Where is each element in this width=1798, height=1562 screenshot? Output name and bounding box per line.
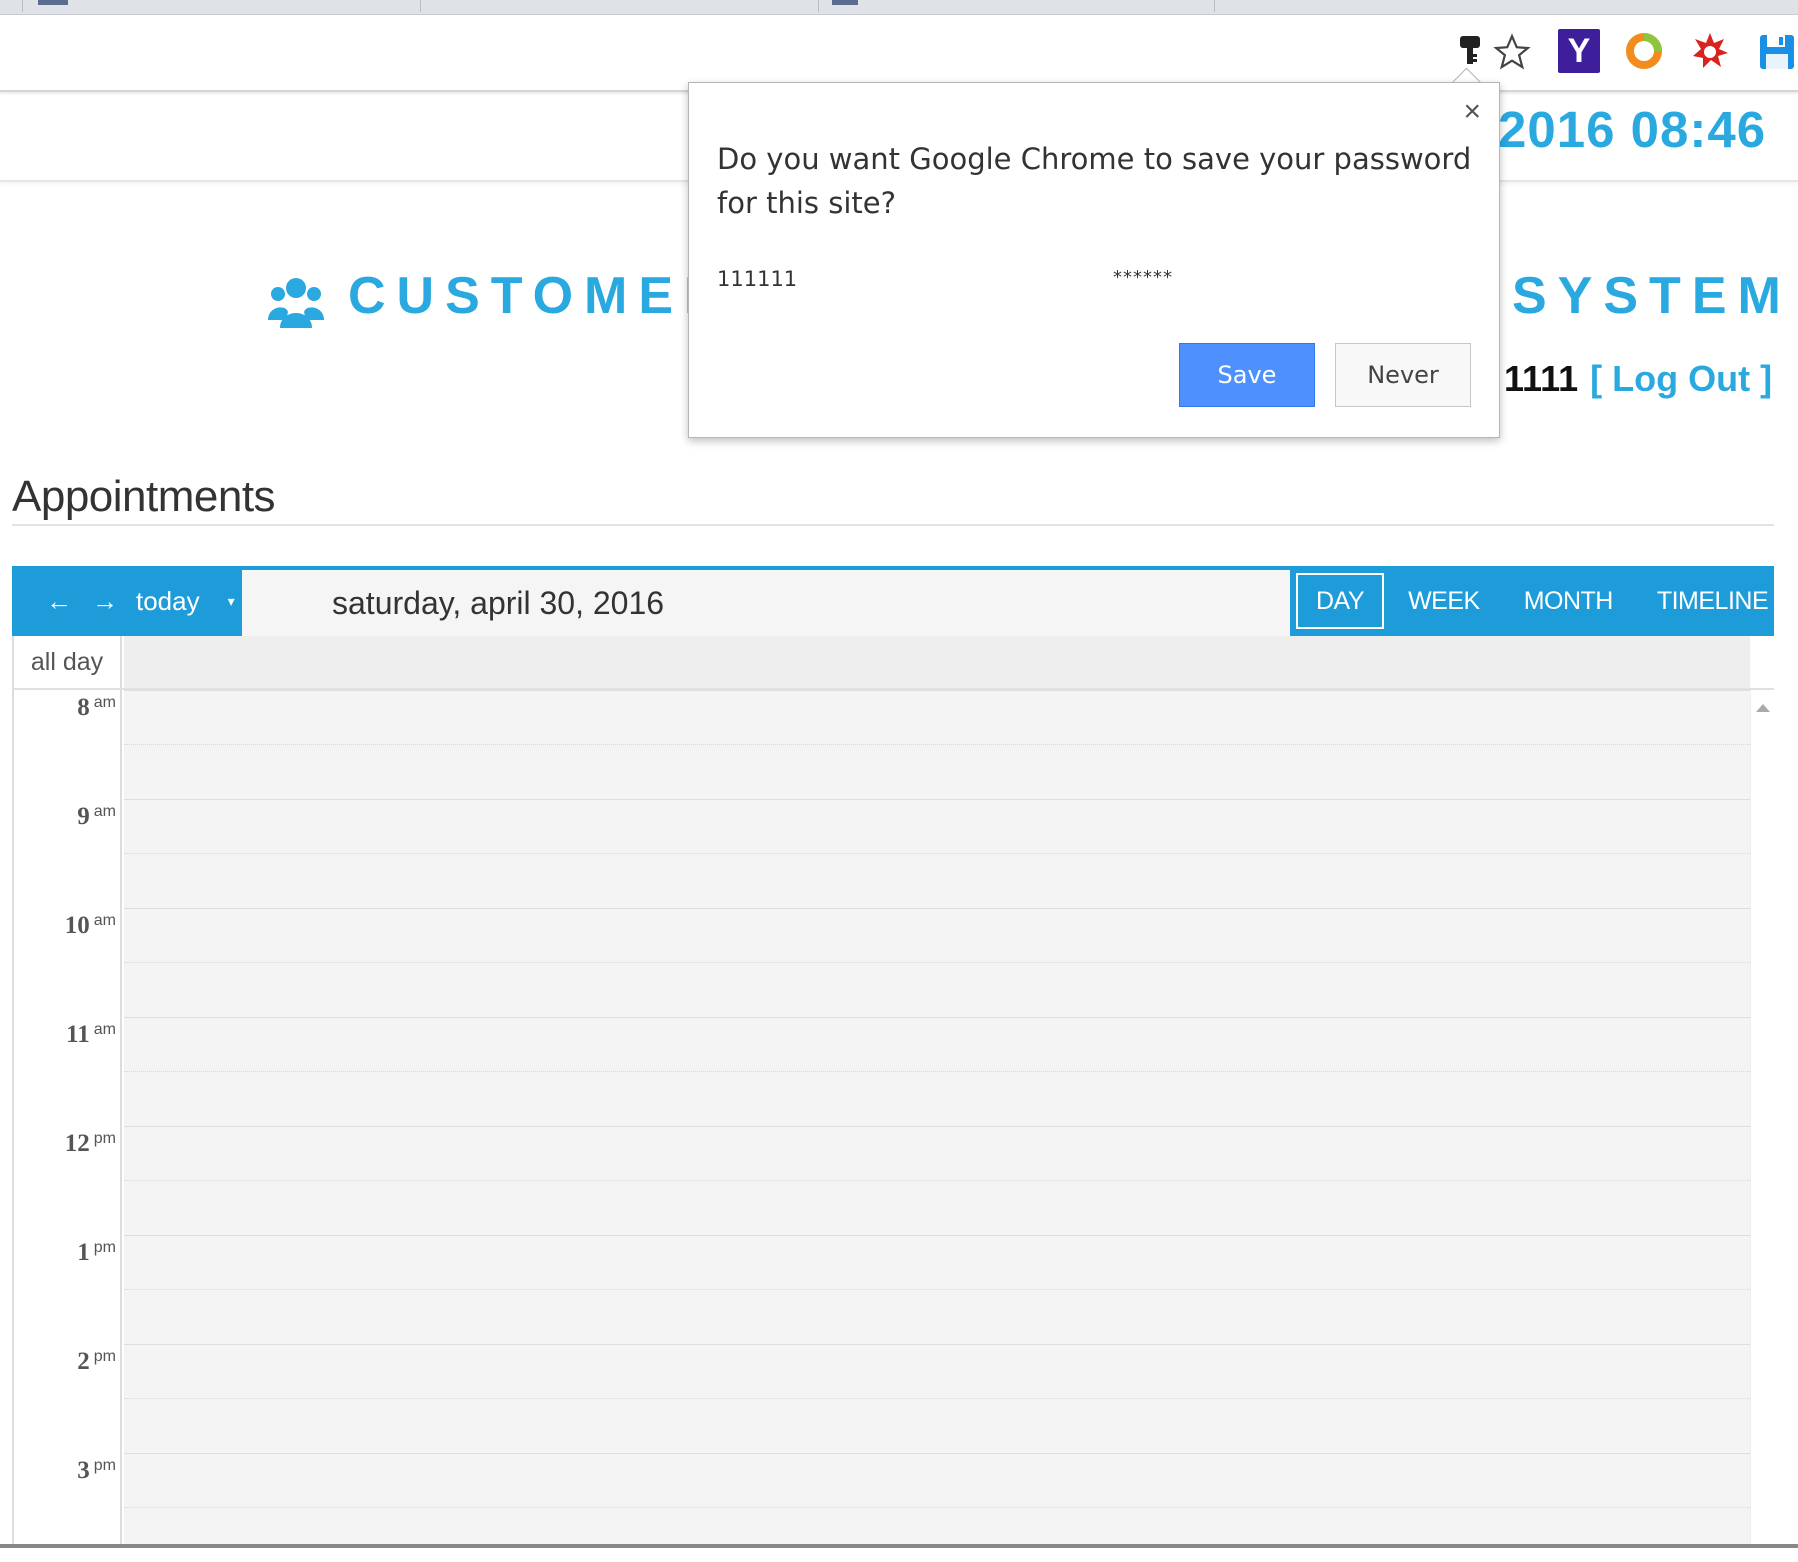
user-line: 1111 [ Log Out ] xyxy=(1504,358,1772,400)
save-button[interactable]: Save xyxy=(1179,343,1315,407)
hour-label: 11 am xyxy=(66,1021,116,1048)
hour-label: 2 pm xyxy=(77,1348,116,1375)
page-title: Appointments xyxy=(12,472,276,521)
saved-password: ****** xyxy=(1113,267,1173,288)
half-hour-line xyxy=(124,1398,1750,1399)
time-grid[interactable]: 8 am 9 am 10 am 11 am 12 pm 1 pm 2 pm 3 … xyxy=(12,690,1775,1548)
key-icon[interactable] xyxy=(1452,30,1488,74)
all-day-label: all day xyxy=(12,636,122,688)
ring-extension-icon[interactable] xyxy=(1624,31,1664,71)
tab-divider xyxy=(1214,0,1215,12)
tab-divider xyxy=(420,0,421,12)
calendar: ← → today ▾ saturday, april 30, 2016 DAY… xyxy=(12,566,1775,1548)
half-hour-line xyxy=(124,1071,1750,1072)
logout-link[interactable]: [ Log Out ] xyxy=(1590,358,1772,399)
browser-tab-strip xyxy=(0,0,1798,15)
tab-divider xyxy=(818,0,819,12)
tab-divider xyxy=(22,0,23,12)
hour-label: 8 am xyxy=(77,694,116,721)
hour-line xyxy=(124,908,1750,909)
calendar-date-text: saturday, april 30, 2016 xyxy=(332,584,665,621)
hour-slot[interactable]: 9 am xyxy=(12,799,1774,908)
hour-line xyxy=(124,1126,1750,1127)
hour-slot[interactable]: 11 am xyxy=(12,1017,1774,1126)
hour-label: 9 am xyxy=(77,803,116,830)
hour-label: 3 pm xyxy=(77,1457,116,1484)
half-hour-line xyxy=(124,962,1750,963)
save-password-dialog: × Do you want Google Chrome to save your… xyxy=(688,82,1500,438)
hour-slot[interactable]: 10 am xyxy=(12,908,1774,1017)
scrollbar[interactable] xyxy=(1750,690,1775,1548)
hour-slot[interactable]: 12 pm xyxy=(12,1126,1774,1235)
bottom-edge xyxy=(0,1544,1798,1548)
half-hour-line xyxy=(124,1180,1750,1181)
tab-month[interactable]: MONTH xyxy=(1502,575,1635,627)
half-hour-line xyxy=(124,853,1750,854)
half-hour-line xyxy=(124,1289,1750,1290)
scroll-up-arrow-icon[interactable] xyxy=(1756,704,1770,712)
tab-week[interactable]: WEEK xyxy=(1386,575,1502,627)
user-id: 1111 xyxy=(1504,358,1579,399)
half-hour-line xyxy=(124,744,1750,745)
tab-day[interactable]: DAY xyxy=(1296,573,1385,629)
brand-title-end: SYSTEM xyxy=(1512,267,1792,325)
hour-label: 12 pm xyxy=(64,1130,116,1157)
prev-arrow-icon[interactable]: ← xyxy=(36,586,82,617)
tab-timeline[interactable]: TIMELINE xyxy=(1635,575,1790,627)
dialog-question: Do you want Google Chrome to save your p… xyxy=(717,142,1472,220)
header-clock: 2016 08:46 xyxy=(1498,101,1767,158)
brand-title: CUSTOMER xyxy=(348,267,733,325)
save-extension-icon[interactable] xyxy=(1756,30,1798,74)
hour-line xyxy=(124,1235,1750,1236)
burst-extension-icon[interactable] xyxy=(1688,29,1732,73)
hour-line xyxy=(124,1344,1750,1345)
hour-line xyxy=(124,1017,1750,1018)
saved-username: 111111 xyxy=(717,267,798,291)
tab-favicon xyxy=(38,0,68,5)
hour-label: 1 pm xyxy=(77,1239,116,1266)
title-divider xyxy=(12,524,1774,526)
hour-slot[interactable]: 1 pm xyxy=(12,1235,1774,1344)
star-icon[interactable] xyxy=(1490,30,1534,74)
calendar-nav: ← → today ▾ xyxy=(12,566,240,636)
half-hour-line xyxy=(124,1507,1750,1508)
calendar-toolbar: ← → today ▾ saturday, april 30, 2016 DAY… xyxy=(12,566,1774,636)
view-tabs: DAY WEEK MONTH TIMELINE xyxy=(1296,572,1790,630)
hour-slot[interactable]: 8 am xyxy=(12,690,1774,799)
calendar-date-title: saturday, april 30, 2016 xyxy=(242,570,1290,636)
hour-line xyxy=(124,799,1750,800)
browser-address-bar[interactable]: Y xyxy=(0,16,1798,92)
tab-favicon xyxy=(832,0,858,5)
hour-label: 10 am xyxy=(64,912,116,939)
close-icon[interactable]: × xyxy=(1463,97,1481,127)
users-group-icon xyxy=(268,272,324,330)
all-day-row: all day xyxy=(12,636,1774,690)
hour-line xyxy=(124,690,1750,691)
never-button[interactable]: Never xyxy=(1335,343,1471,407)
hour-slot[interactable]: 2 pm xyxy=(12,1344,1774,1453)
hour-line xyxy=(124,1453,1750,1454)
chevron-down-icon[interactable]: ▾ xyxy=(228,593,235,610)
today-button[interactable]: today xyxy=(136,586,200,617)
yahoo-extension-icon[interactable]: Y xyxy=(1558,29,1600,73)
all-day-cell[interactable] xyxy=(124,636,1750,688)
next-arrow-icon[interactable]: → xyxy=(82,586,128,617)
